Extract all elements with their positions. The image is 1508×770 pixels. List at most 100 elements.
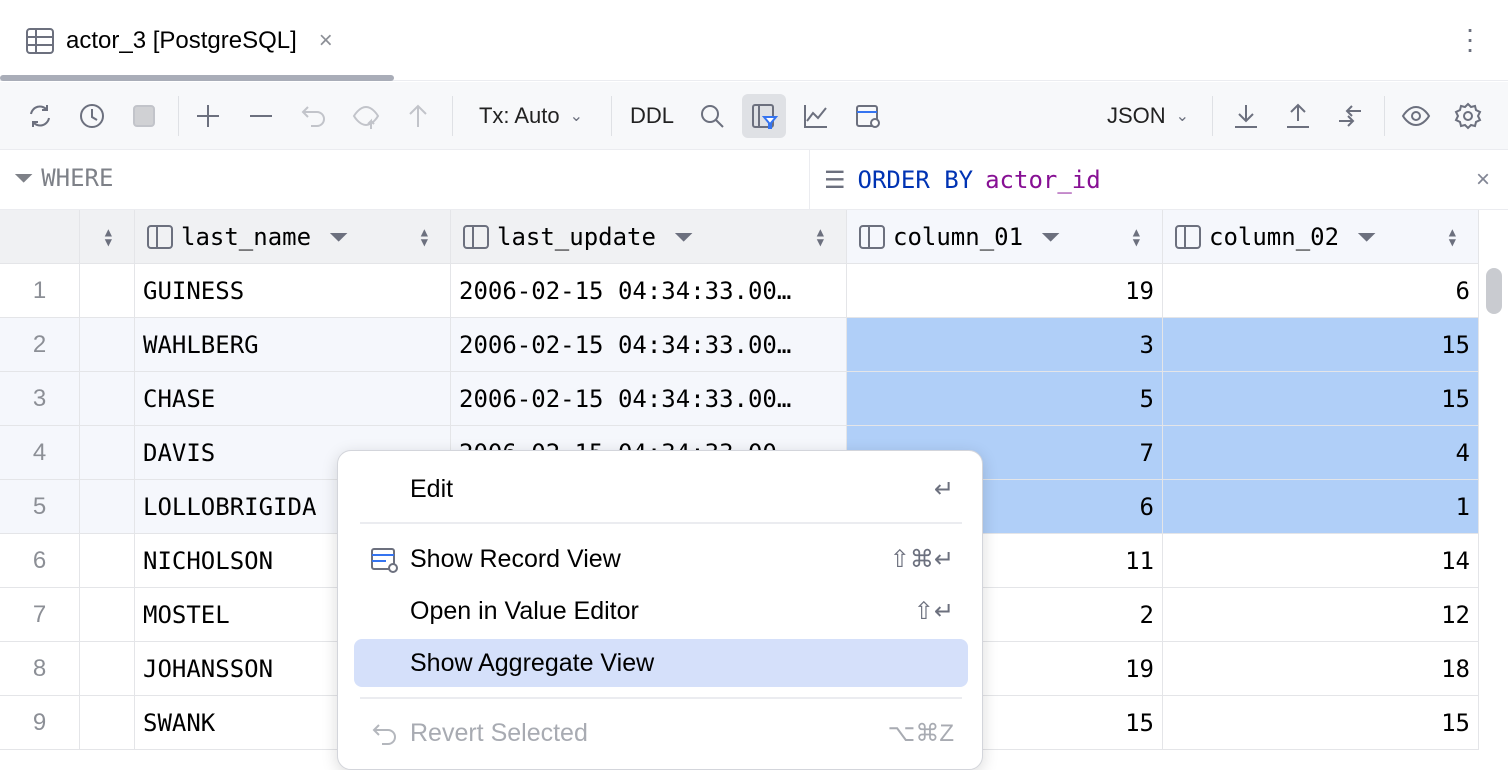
revert-icon[interactable] xyxy=(296,94,332,138)
sort-icon: ☰ xyxy=(824,166,846,194)
table-row[interactable]: 1 GUINESS2006-02-15 04:34:33.00…196 xyxy=(0,264,1480,318)
table-icon xyxy=(26,28,54,54)
column-header-last-update[interactable]: last_update ⏷ ▲▼ xyxy=(451,210,847,264)
cell-column-01[interactable]: 5 xyxy=(847,372,1163,426)
download-icon[interactable] xyxy=(1228,94,1264,138)
format-dropdown[interactable]: JSON ⌄ xyxy=(1098,94,1198,138)
row-number: 6 xyxy=(0,534,80,588)
cell-column-02[interactable]: 6 xyxy=(1163,264,1479,318)
column-header-column-01[interactable]: column_01 ⏷ ▲▼ xyxy=(847,210,1163,264)
row-number: 4 xyxy=(0,426,80,480)
menu-shortcut: ⇧⌘↵ xyxy=(890,545,954,574)
format-label: JSON xyxy=(1107,103,1166,129)
tx-label: Tx: Auto xyxy=(479,103,560,129)
editor-tab-bar: actor_3 [PostgreSQL] × ··· xyxy=(0,0,1508,81)
sort-arrows-icon[interactable]: ▲▼ xyxy=(421,227,428,247)
clear-order-icon[interactable]: × xyxy=(1476,166,1490,194)
column-filter-icon[interactable]: ⏷ xyxy=(1357,223,1376,251)
row-number: 9 xyxy=(0,696,80,750)
preview-changes-icon[interactable] xyxy=(348,94,384,138)
cell-last-name[interactable]: GUINESS xyxy=(135,264,451,318)
search-icon[interactable] xyxy=(694,94,730,138)
cell-last-name[interactable]: WAHLBERG xyxy=(135,318,451,372)
vertical-scrollbar[interactable] xyxy=(1486,268,1502,314)
column-filter-icon[interactable]: ⏷ xyxy=(329,223,348,251)
empty-cell[interactable] xyxy=(80,534,135,588)
settings-icon[interactable] xyxy=(1450,94,1486,138)
menu-label: Show Aggregate View xyxy=(410,649,654,678)
menu-label: Revert Selected xyxy=(410,719,588,748)
column-title: last_update xyxy=(497,223,656,251)
row-number-header xyxy=(0,210,80,264)
refresh-icon[interactable] xyxy=(22,94,58,138)
column-icon xyxy=(463,225,489,249)
empty-cell[interactable] xyxy=(80,264,135,318)
chevron-down-icon: ⌄ xyxy=(1176,106,1189,126)
where-filter-input[interactable]: ⏷ WHERE xyxy=(14,164,113,192)
empty-cell[interactable] xyxy=(80,588,135,642)
add-row-icon[interactable] xyxy=(190,94,226,138)
tab-title: actor_3 [PostgreSQL] xyxy=(66,27,297,55)
column-header-last-name[interactable]: last_name⏷▲▼ xyxy=(135,210,451,264)
cell-last-update[interactable]: 2006-02-15 04:34:33.00… xyxy=(451,372,847,426)
column-header-column-02[interactable]: column_02⏷▲▼ xyxy=(1163,210,1479,264)
sort-arrows-icon[interactable]: ▲▼ xyxy=(1449,227,1456,247)
empty-cell[interactable] xyxy=(80,372,135,426)
view-icon[interactable] xyxy=(1396,94,1436,138)
menu-item-edit[interactable]: Edit↵ xyxy=(354,465,968,513)
empty-cell[interactable] xyxy=(80,480,135,534)
sort-arrows-icon[interactable]: ▲▼ xyxy=(817,227,824,247)
stop-icon[interactable] xyxy=(126,94,162,138)
cell-last-update[interactable]: 2006-02-15 04:34:33.00… xyxy=(451,264,847,318)
cell-last-update[interactable]: 2006-02-15 04:34:33.00… xyxy=(451,318,847,372)
where-placeholder: WHERE xyxy=(41,164,113,192)
upload-icon[interactable] xyxy=(1280,94,1316,138)
table-row[interactable]: 2WAHLBERG2006-02-15 04:34:33.00…315 xyxy=(0,318,1480,372)
row-number: 3 xyxy=(0,372,80,426)
cell-column-02[interactable]: 15 xyxy=(1163,318,1479,372)
cell-column-02[interactable]: 15 xyxy=(1163,372,1479,426)
delete-row-icon[interactable] xyxy=(243,94,279,138)
compare-icon[interactable] xyxy=(1332,94,1368,138)
menu-item-show-record-view[interactable]: Show Record View⇧⌘↵ xyxy=(354,535,968,583)
cell-column-02[interactable]: 14 xyxy=(1163,534,1479,588)
submit-icon[interactable] xyxy=(400,94,436,138)
cell-column-01[interactable]: 19 xyxy=(847,264,1163,318)
tab-actor-3[interactable]: actor_3 [PostgreSQL] × xyxy=(0,0,394,81)
chart-icon[interactable] xyxy=(798,94,834,138)
table-row[interactable]: 3 CHASE2006-02-15 04:34:33.00…515 xyxy=(0,372,1480,426)
record-view-icon[interactable] xyxy=(850,94,886,138)
empty-cell[interactable] xyxy=(80,642,135,696)
sort-arrows-icon[interactable]: ▲▼ xyxy=(1133,227,1140,247)
cell-column-01[interactable]: 3 xyxy=(847,318,1163,372)
order-by-input[interactable]: ☰ ORDER BY actor_id × xyxy=(809,150,1508,209)
filter-table-icon[interactable] xyxy=(742,94,786,138)
menu-label: Open in Value Editor xyxy=(410,597,639,626)
column-title: column_01 xyxy=(893,223,1023,251)
more-options-icon[interactable]: ··· xyxy=(1460,24,1480,54)
column-filter-icon[interactable]: ⏷ xyxy=(1041,223,1060,251)
sort-arrows-icon[interactable]: ▲▼ xyxy=(105,227,112,247)
sort-header[interactable]: ▲▼ xyxy=(80,210,135,264)
row-number: 7 xyxy=(0,588,80,642)
empty-cell[interactable] xyxy=(80,318,135,372)
column-filter-icon[interactable]: ⏷ xyxy=(674,223,693,251)
cell-column-02[interactable]: 12 xyxy=(1163,588,1479,642)
menu-item-show-aggregate-view[interactable]: Show Aggregate View xyxy=(354,639,968,687)
transaction-mode-dropdown[interactable]: Tx: Auto⌄ xyxy=(466,94,596,138)
menu-item-open-in-value-editor[interactable]: Open in Value Editor⇧↵ xyxy=(354,587,968,635)
history-icon[interactable] xyxy=(74,94,110,138)
empty-cell[interactable] xyxy=(80,696,135,750)
revert-icon xyxy=(370,719,400,749)
cell-last-name[interactable]: CHASE xyxy=(135,372,451,426)
cell-column-02[interactable]: 4 xyxy=(1163,426,1479,480)
row-number: 1 xyxy=(0,264,80,318)
column-icon xyxy=(1175,225,1201,249)
cell-column-02[interactable]: 15 xyxy=(1163,696,1479,750)
ddl-button[interactable]: DDL xyxy=(622,94,682,138)
empty-cell[interactable] xyxy=(80,426,135,480)
cell-column-02[interactable]: 1 xyxy=(1163,480,1479,534)
menu-separator xyxy=(360,697,962,699)
close-tab-icon[interactable]: × xyxy=(319,27,333,55)
cell-column-02[interactable]: 18 xyxy=(1163,642,1479,696)
